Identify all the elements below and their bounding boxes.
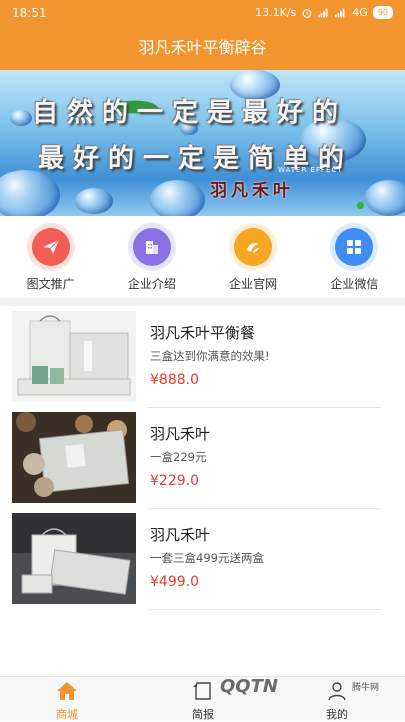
product-image [12, 513, 136, 604]
banner-indicator-dot[interactable] [357, 202, 364, 209]
quick-item-label: 企业官网 [229, 277, 278, 291]
product-price: ¥499.0 [150, 574, 199, 590]
section-divider [0, 298, 405, 306]
home-icon [57, 682, 77, 700]
title-bar: 羽凡禾叶平衡辟谷 [0, 26, 405, 70]
product-desc: 一盒229元 [150, 450, 207, 464]
product-name: 羽凡禾叶平衡餐 [150, 324, 256, 342]
water-drop-decoration [75, 188, 113, 214]
product-item[interactable]: 羽凡禾叶 一套三盒499元送两盒 ¥499.0 [0, 508, 405, 610]
quick-item-wechat[interactable]: 企业微信 [309, 216, 399, 298]
page-title: 羽凡禾叶平衡辟谷 [138, 38, 267, 57]
quick-menu: 图文推广 企业介绍 企业官网 企业微信 [0, 216, 405, 298]
quick-item-company-intro[interactable]: 企业介绍 [107, 216, 197, 298]
product-price: ¥888.0 [150, 372, 199, 388]
nav-item-mall[interactable]: 商城 [32, 680, 102, 722]
banner[interactable]: 自然的一定是最好的 最好的一定是简单的 WATER EFFECT 羽凡禾叶 [0, 70, 405, 216]
product-info: 羽凡禾叶 一套三盒499元送两盒 ¥499.0 [148, 508, 381, 610]
bottom-nav: 商城 简报 我的 [0, 676, 405, 721]
quick-item-label: 企业介绍 [127, 277, 176, 291]
user-icon [328, 682, 346, 701]
grid-icon [335, 228, 374, 266]
product-image [12, 311, 136, 402]
water-drop-decoration [150, 180, 205, 216]
product-item[interactable]: 羽凡禾叶平衡餐 三盒达到你满意的效果! ¥888.0 [0, 306, 405, 408]
product-desc: 三盒达到你满意的效果! [150, 349, 270, 363]
status-time: 18:51 [12, 6, 47, 20]
product-item[interactable]: 羽凡禾叶 一盒229元 ¥229.0 [0, 407, 405, 509]
newspaper-icon [193, 682, 211, 700]
product-price: ¥229.0 [150, 473, 199, 489]
product-name: 羽凡禾叶 [150, 425, 211, 443]
water-drop-decoration [10, 110, 32, 126]
water-drop-decoration [0, 170, 60, 216]
quick-item-label: 企业微信 [330, 277, 379, 291]
quick-item-label: 图文推广 [26, 277, 75, 291]
battery-icon: 90 [372, 6, 393, 19]
banner-effect-text: WATER EFFECT [278, 166, 343, 174]
watermark-logo: QQTN [220, 676, 278, 697]
signal-icon [318, 8, 328, 17]
water-drop-decoration [365, 180, 405, 216]
banner-slogan-1: 自然的一定是最好的 [32, 98, 348, 128]
product-desc: 一套三盒499元送两盒 [150, 551, 264, 565]
building-icon [132, 228, 171, 266]
product-info: 羽凡禾叶 一盒229元 ¥229.0 [148, 407, 381, 509]
status-indicators: 13.1K/s 4G 90 [255, 6, 393, 19]
globe-icon [234, 228, 273, 266]
network-type: 4G [352, 6, 368, 19]
product-info: 羽凡禾叶平衡餐 三盒达到你满意的效果! ¥888.0 [148, 306, 381, 408]
signal-icon-2 [335, 8, 345, 17]
banner-brand: 羽凡禾叶 [210, 181, 294, 201]
watermark-site: 腾牛网 [352, 683, 380, 693]
product-list: 羽凡禾叶平衡餐 三盒达到你满意的效果! ¥888.0 羽凡禾叶 一盒229元 ¥… [0, 306, 405, 610]
quick-item-promotion[interactable]: 图文推广 [6, 216, 96, 298]
paper-plane-icon [31, 228, 70, 266]
alarm-icon [302, 8, 312, 18]
product-image [12, 412, 136, 503]
quick-item-website[interactable]: 企业官网 [208, 216, 298, 298]
network-speed: 13.1K/s [255, 6, 297, 19]
product-name: 羽凡禾叶 [150, 526, 211, 544]
status-bar: 18:51 13.1K/s 4G 90 [0, 0, 405, 26]
